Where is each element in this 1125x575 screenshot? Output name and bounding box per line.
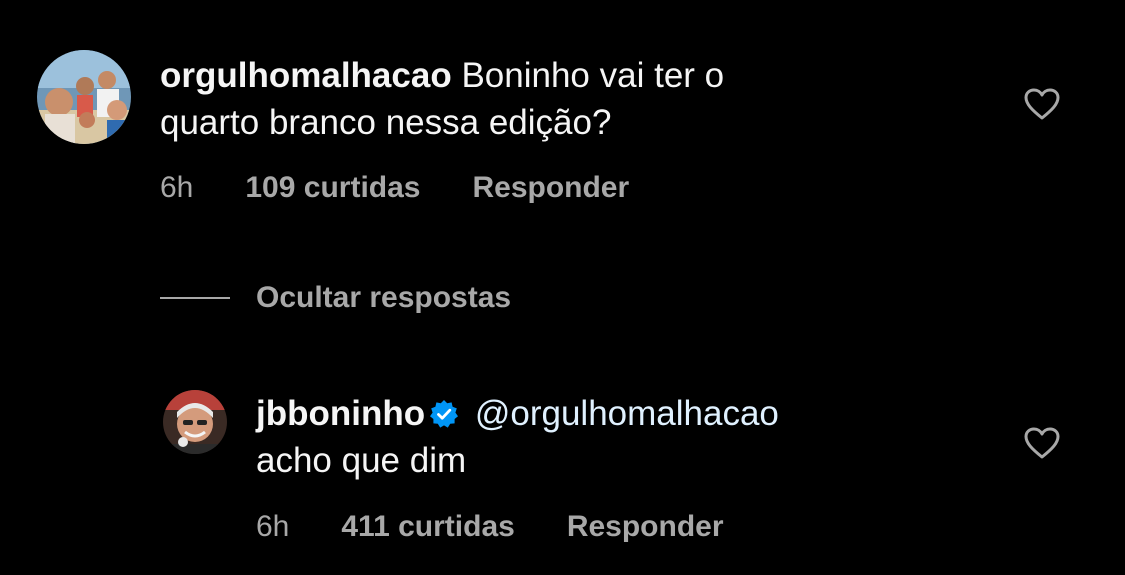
comment-meta: 6h 109 curtidas Responder <box>160 171 629 205</box>
comment-time: 6h <box>160 171 194 204</box>
hide-replies-divider <box>160 297 230 299</box>
mention-link[interactable]: @orgulhomalhacao <box>475 394 779 433</box>
comment-likes[interactable]: 109 curtidas <box>245 171 420 205</box>
avatar[interactable] <box>37 50 131 144</box>
avatar[interactable] <box>163 390 227 454</box>
reply-text: acho que dim <box>256 441 467 480</box>
comment-text-line2: quarto branco nessa edição? <box>160 103 612 142</box>
reply-time: 6h <box>256 510 290 543</box>
reply-button[interactable]: Responder <box>567 510 724 544</box>
reply-username[interactable]: jbboninho <box>256 394 425 433</box>
comment-body: orgulhomalhacao Boninho vai ter o quarto… <box>160 52 980 146</box>
hide-replies-toggle[interactable]: Ocultar respostas <box>160 281 511 315</box>
reply-likes[interactable]: 411 curtidas <box>341 510 514 544</box>
comment-text-line1: Boninho vai ter o <box>461 56 725 95</box>
comment-username[interactable]: orgulhomalhacao <box>160 56 452 95</box>
hide-replies-label[interactable]: Ocultar respostas <box>256 281 511 315</box>
heart-outline-icon[interactable] <box>1024 427 1060 459</box>
reply-button[interactable]: Responder <box>472 171 629 205</box>
verified-badge-icon <box>429 394 459 428</box>
heart-outline-icon[interactable] <box>1024 88 1060 120</box>
reply-meta: 6h 411 curtidas Responder <box>256 510 724 544</box>
reply-body: jbboninho @orgulhomalhacao acho que dim <box>256 390 1016 484</box>
